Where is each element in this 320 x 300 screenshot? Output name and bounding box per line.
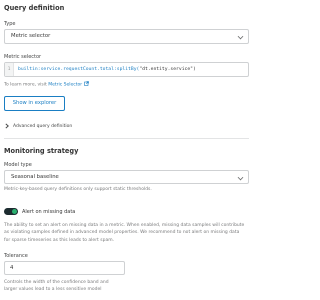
tolerance-help-line: Controls the width of the confidence ban… xyxy=(4,280,109,285)
query-definition-title: Query definition xyxy=(4,4,65,12)
model-type-help: Metric-key-based query definitions only … xyxy=(4,187,152,192)
section-divider xyxy=(4,138,249,139)
advanced-query-toggle[interactable]: Advanced query definition xyxy=(4,122,72,130)
learn-more-text: To learn more, visit xyxy=(4,82,47,88)
tolerance-help: Controls the width of the confidence ban… xyxy=(4,279,109,294)
metric-selector-link[interactable]: Metric Selector xyxy=(48,83,82,88)
type-select[interactable]: Metric selector xyxy=(4,29,249,44)
advanced-query-label: Advanced query definition xyxy=(13,123,73,129)
chevron-down-icon xyxy=(237,174,244,180)
code-keyword: builtin:service.requestCount.total:split… xyxy=(18,67,140,72)
monitoring-strategy-title: Monitoring strategy xyxy=(4,147,79,155)
code-argument: "dt.entity.service") xyxy=(139,67,196,72)
toggle-knob xyxy=(12,209,17,214)
model-type-label: Model type xyxy=(4,162,32,168)
show-in-explorer-button[interactable]: Show in explorer xyxy=(4,96,65,111)
type-select-value: Metric selector xyxy=(11,33,51,39)
tolerance-value: 4 xyxy=(10,265,14,271)
model-type-select[interactable]: Seasonal baseline xyxy=(4,170,249,184)
alert-help-line: The ability to set an alert on missing d… xyxy=(4,223,245,228)
model-type-value: Seasonal baseline xyxy=(11,174,59,180)
metric-selector-editor[interactable]: 1 builtin:service.requestCount.total:spl… xyxy=(4,62,249,77)
alert-missing-data-toggle[interactable] xyxy=(4,208,18,215)
type-label: Type xyxy=(4,21,16,27)
alert-help-line: for sparse timeseries as this leads to a… xyxy=(4,237,115,243)
chevron-down-icon xyxy=(237,33,244,40)
alert-help-line: as violating samples defined in advanced… xyxy=(4,230,240,236)
external-link-icon[interactable] xyxy=(83,81,89,86)
tolerance-input[interactable]: 4 xyxy=(4,261,125,275)
learn-more-line: To learn more, visit Metric Selector xyxy=(4,81,89,88)
line-number: 1 xyxy=(5,63,14,76)
metric-selector-code: builtin:service.requestCount.total:split… xyxy=(18,63,196,76)
alert-missing-data-label: Alert on missing data xyxy=(22,209,76,215)
tolerance-label: Tolerance xyxy=(4,253,28,259)
tolerance-help-line: larger values lead to a less sensitive m… xyxy=(4,287,102,293)
chevron-right-icon xyxy=(5,123,9,129)
metric-selector-label: Metric selector xyxy=(4,54,42,60)
alert-missing-data-help: The ability to set an alert on missing d… xyxy=(4,222,244,244)
